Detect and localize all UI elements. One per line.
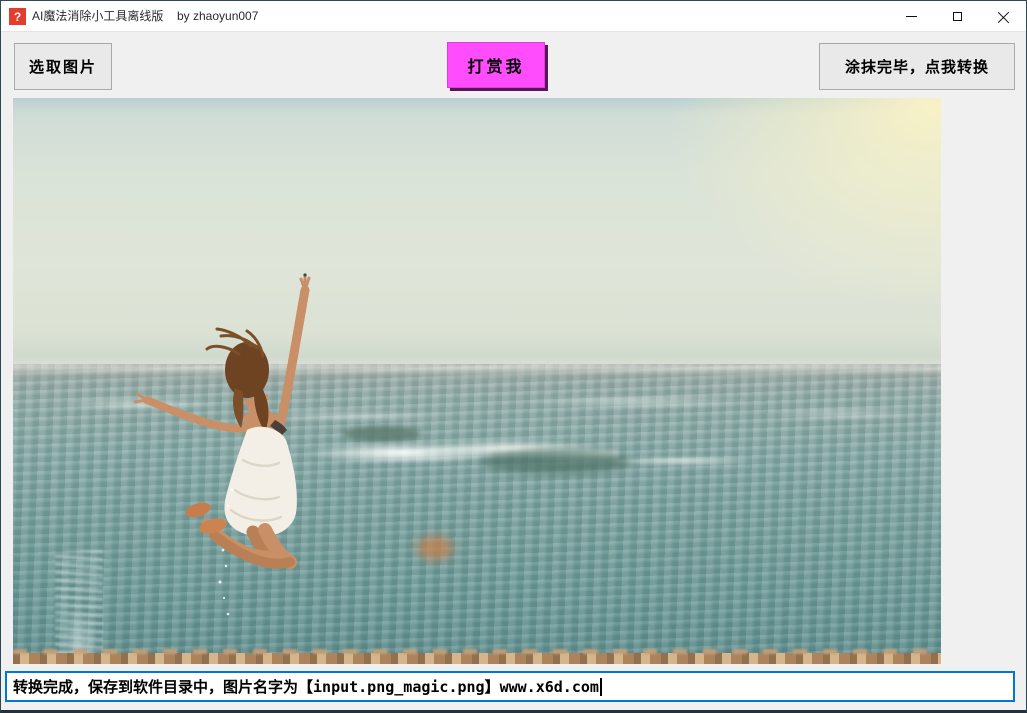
app-window: ? AI魔法消除小工具离线版 by zhaoyun007 选取图片 打赏我 涂抹… <box>0 0 1027 713</box>
close-icon <box>997 11 1009 23</box>
window-title: AI魔法消除小工具离线版 <box>32 1 163 32</box>
status-text: 转换完成，保存到软件目录中，图片名字为【input.png_magic.png】… <box>13 676 599 697</box>
app-icon-glyph: ? <box>14 10 21 24</box>
status-input[interactable]: 转换完成，保存到软件目录中，图片名字为【input.png_magic.png】… <box>5 671 1015 702</box>
app-icon: ? <box>9 8 26 25</box>
close-button[interactable] <box>980 1 1026 32</box>
maximize-icon <box>953 12 962 21</box>
minimize-button[interactable] <box>888 1 934 32</box>
maximize-button[interactable] <box>934 1 980 32</box>
window-byline: by zhaoyun007 <box>177 1 258 32</box>
donate-button[interactable]: 打赏我 <box>447 42 545 88</box>
photo-canvas[interactable] <box>13 98 941 664</box>
convert-button[interactable]: 涂抹完毕，点我转换 <box>819 43 1015 90</box>
jumping-woman-figure <box>13 98 941 664</box>
minimize-icon <box>906 16 917 17</box>
select-image-button[interactable]: 选取图片 <box>14 43 112 90</box>
window-controls <box>888 1 1026 32</box>
titlebar: ? AI魔法消除小工具离线版 by zhaoyun007 <box>1 1 1026 32</box>
text-caret <box>600 678 602 696</box>
